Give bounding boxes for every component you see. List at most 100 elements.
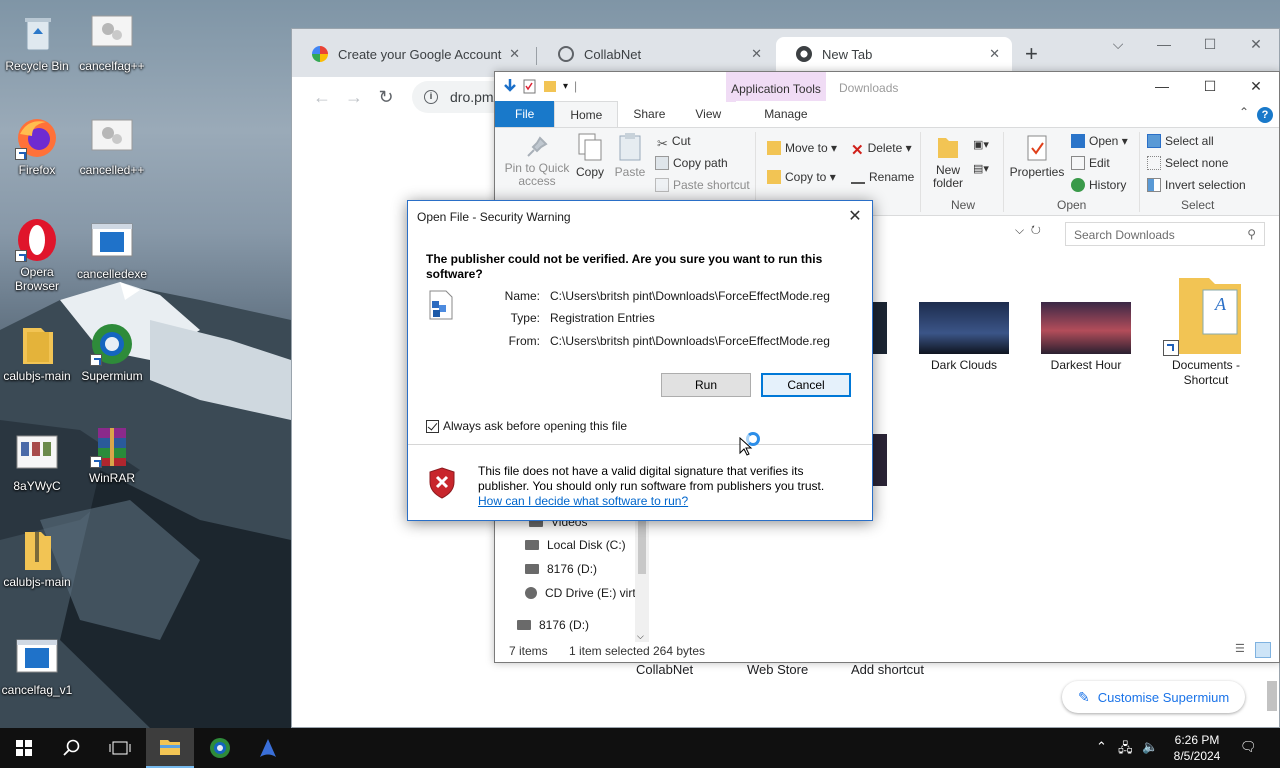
- invert-selection-button[interactable]: Invert selection: [1147, 178, 1246, 192]
- nav-drive-d[interactable]: 8176 (D:): [525, 562, 597, 576]
- properties-button[interactable]: Properties: [1009, 134, 1065, 179]
- copy-to-button[interactable]: Copy to ▾: [767, 170, 836, 184]
- pin-quick-access-button[interactable]: Pin to Quick access: [501, 136, 573, 188]
- taskbar-app-blue[interactable]: [244, 728, 292, 768]
- desktop-icon-cancelledexe[interactable]: cancelledexe: [72, 220, 152, 281]
- nav-local-disk-c[interactable]: Local Disk (C:): [525, 538, 626, 552]
- always-ask-checkbox[interactable]: Always ask before opening this file: [426, 419, 627, 433]
- history-button[interactable]: History: [1071, 178, 1126, 192]
- explorer-maximize-icon[interactable]: ☐: [1187, 78, 1233, 95]
- large-icons-view-icon[interactable]: [1255, 642, 1271, 658]
- desktop-icon-cancelfag-v1[interactable]: cancelfag_v1: [0, 636, 77, 697]
- taskbar-supermium[interactable]: [196, 728, 244, 768]
- copy-button[interactable]: Copy: [573, 132, 607, 179]
- taskbar-file-explorer[interactable]: [146, 728, 194, 768]
- desktop-icon-cancelfag-plus[interactable]: cancelfag++: [72, 12, 152, 73]
- desktop-icon-cancelled-plus[interactable]: cancelled++: [72, 116, 152, 177]
- desktop-icon-winrar[interactable]: WinRAR: [72, 424, 152, 485]
- desktop-icon-recycle-bin[interactable]: Recycle Bin: [0, 12, 77, 73]
- cancel-button[interactable]: Cancel: [761, 373, 851, 397]
- windows-logo-icon: [16, 740, 32, 756]
- tray-overflow-icon[interactable]: ⌃: [1096, 739, 1107, 755]
- details-view-icon[interactable]: ☰: [1235, 642, 1251, 658]
- desktop-icon-calubjs-main-2[interactable]: calubjs-main: [0, 528, 77, 589]
- rename-button[interactable]: Rename: [851, 170, 914, 184]
- properties-icon[interactable]: [523, 78, 537, 94]
- scroll-down-icon[interactable]: ⌵: [637, 631, 644, 642]
- nav-cd-drive-e[interactable]: CD Drive (E:) virt: [525, 586, 636, 600]
- minimize-icon[interactable]: —: [1141, 33, 1187, 55]
- shortcut-web-store[interactable]: Web Store: [747, 662, 808, 677]
- new-item-icon[interactable]: ▣▾: [973, 138, 989, 151]
- firefox-icon: [15, 116, 59, 160]
- dark-clouds-thumbnail: [919, 302, 1009, 354]
- explorer-minimize-icon[interactable]: —: [1139, 78, 1185, 94]
- tab-google-account[interactable]: Create your Google Account ✕: [292, 37, 532, 71]
- dialog-close-icon[interactable]: ✕: [846, 206, 864, 226]
- new-folder-icon[interactable]: [543, 78, 557, 94]
- paste-button[interactable]: Paste: [613, 132, 647, 179]
- search-button[interactable]: [48, 728, 96, 768]
- volume-muted-icon[interactable]: 🔈: [1142, 739, 1158, 755]
- move-to-button[interactable]: Move to ▾: [767, 141, 837, 155]
- search-downloads-input[interactable]: Search Downloads ⚲: [1065, 222, 1265, 246]
- forward-arrow-icon[interactable]: →: [338, 87, 370, 108]
- tab-close-icon[interactable]: ✕: [751, 46, 762, 62]
- help-link[interactable]: How can I decide what software to run?: [478, 494, 688, 508]
- new-folder-button[interactable]: New folder: [927, 134, 969, 190]
- nav-scroll-thumb[interactable]: [638, 514, 646, 574]
- task-view-button[interactable]: [96, 728, 144, 768]
- site-info-icon[interactable]: i: [424, 90, 438, 104]
- desktop-icon-firefox[interactable]: Firefox: [0, 116, 77, 177]
- network-icon[interactable]: 🖧: [1118, 739, 1133, 761]
- tab-search-icon[interactable]: ⌵: [1095, 33, 1141, 55]
- nav-pane-scrollbar[interactable]: ⌵: [635, 512, 649, 642]
- select-none-button[interactable]: Select none: [1147, 156, 1228, 170]
- cut-button[interactable]: ✂ Cut: [657, 134, 691, 151]
- tab-close-icon[interactable]: ✕: [989, 46, 1000, 62]
- clock[interactable]: 6:26 PM 8/5/2024: [1172, 732, 1222, 764]
- maximize-icon[interactable]: ☐: [1187, 33, 1233, 55]
- ribbon-tab-home[interactable]: Home: [554, 101, 619, 127]
- ribbon-tab-share[interactable]: Share: [618, 101, 680, 127]
- ribbon-tab-view[interactable]: View: [680, 101, 736, 127]
- customise-button[interactable]: ✎ Customise Supermium: [1062, 681, 1246, 713]
- tab-new-tab[interactable]: New Tab ✕: [776, 37, 1012, 71]
- easy-access-icon[interactable]: ▤▾: [973, 162, 989, 175]
- paste-shortcut-button[interactable]: Paste shortcut: [655, 178, 750, 192]
- tab-collabnet[interactable]: CollabNet ✕: [538, 37, 774, 71]
- desktop-icon-opera[interactable]: Opera Browser: [0, 218, 77, 293]
- help-icon[interactable]: ?: [1257, 107, 1273, 123]
- group-label-new: New: [951, 198, 976, 212]
- open-icon: [1071, 134, 1085, 148]
- shortcut-add[interactable]: Add shortcut: [851, 662, 924, 677]
- delete-button[interactable]: ✕ Delete ▾: [851, 141, 912, 159]
- desktop-icon-supermium[interactable]: Supermium: [72, 322, 152, 383]
- ribbon-tab-manage[interactable]: Manage: [736, 101, 836, 127]
- back-arrow-icon[interactable]: ←: [306, 87, 338, 108]
- start-button[interactable]: [0, 728, 48, 768]
- explorer-close-icon[interactable]: ✕: [1233, 78, 1279, 95]
- checkbox-checked-icon[interactable]: [426, 419, 439, 433]
- ribbon-tab-file[interactable]: File: [495, 101, 555, 127]
- copy-path-button[interactable]: Copy path: [655, 156, 728, 170]
- close-icon[interactable]: ✕: [1233, 33, 1279, 55]
- browser-scrollbar[interactable]: [1267, 681, 1277, 711]
- notifications-icon[interactable]: 🗨: [1240, 739, 1257, 755]
- qat-dropdown-icon[interactable]: ▾: [563, 81, 568, 92]
- nav-drive-d-network[interactable]: 8176 (D:): [517, 618, 589, 632]
- image-file-icon: [15, 432, 59, 476]
- new-tab-button[interactable]: +: [1025, 41, 1038, 67]
- reload-icon[interactable]: ↻: [370, 87, 402, 108]
- edit-button[interactable]: Edit: [1071, 156, 1110, 170]
- run-button[interactable]: Run: [661, 373, 751, 397]
- desktop-icon-8aywyc[interactable]: 8aYWyC: [0, 432, 77, 493]
- collapse-ribbon-icon[interactable]: ⌃: [1239, 105, 1249, 119]
- select-all-button[interactable]: Select all: [1147, 134, 1214, 148]
- shortcut-collabnet[interactable]: CollabNet: [636, 662, 693, 677]
- down-arrow-icon[interactable]: [503, 78, 517, 94]
- desktop-icon-calubjs-main-1[interactable]: calubjs-main: [0, 322, 77, 383]
- tab-close-icon[interactable]: ✕: [509, 46, 520, 62]
- open-button[interactable]: Open ▾: [1071, 134, 1128, 148]
- address-dropdown-refresh[interactable]: ⌵ ↻: [1015, 223, 1041, 238]
